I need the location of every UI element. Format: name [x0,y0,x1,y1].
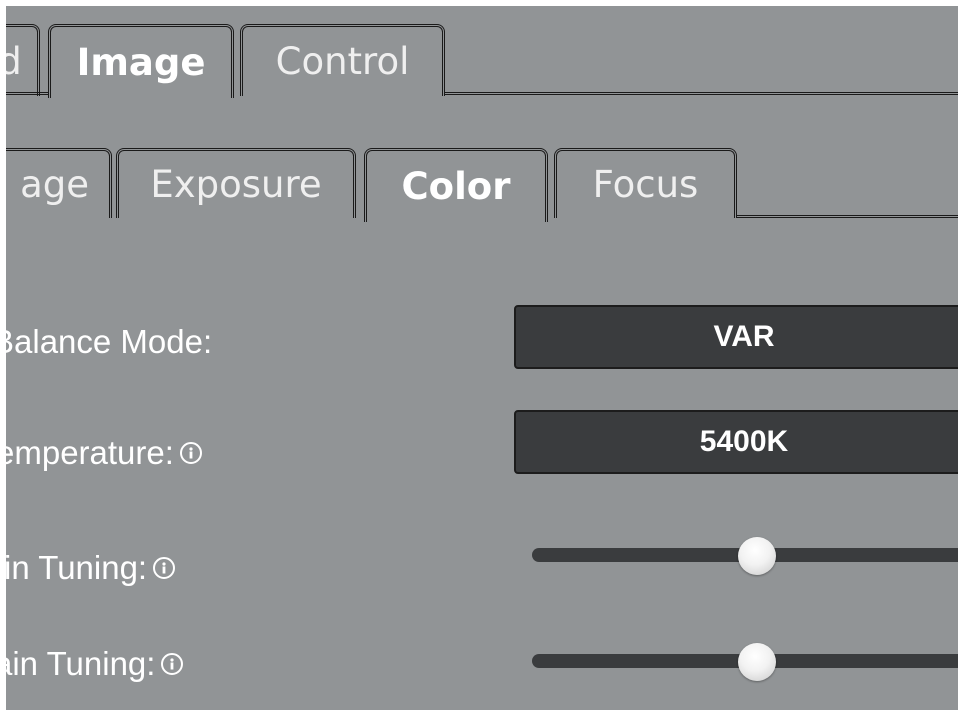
balance-mode-label-text: Balance Mode: [0,323,213,360]
left-border [0,0,6,710]
tab-color-label: Color [401,165,511,208]
tab-exposure-label: Exposure [150,163,322,206]
info-icon[interactable] [153,557,176,579]
tab-primary-baseline [0,92,48,95]
info-icon[interactable] [179,442,202,464]
tab-image[interactable]: Image [48,24,234,98]
tab-image-sub[interactable]: age [0,148,112,218]
tuning-2-label-text: ain Tuning: [0,645,156,682]
tuning-1-label: in Tuning: [4,548,176,588]
balance-mode-value: VAR [713,320,775,353]
tab-primary-partial[interactable]: d [0,24,40,96]
tab-image-label: Image [76,41,206,84]
tab-focus[interactable]: Focus [554,148,737,218]
info-icon[interactable] [161,653,184,675]
tuning-1-slider-thumb[interactable] [738,537,776,575]
tuning-2-label: ain Tuning: [0,644,184,684]
tab-exposure[interactable]: Exposure [116,148,356,218]
tab-control[interactable]: Control [240,24,445,96]
tab-control-label: Control [275,40,410,83]
temperature-select[interactable]: 5400K [514,410,958,474]
tuning-1-label-text: in Tuning: [4,549,148,586]
top-border [0,0,958,6]
tab-image-sub-label: age [20,163,89,206]
tab-color[interactable]: Color [364,148,548,222]
tab-secondary-baseline [737,215,958,218]
tab-primary-baseline-right [445,92,958,95]
tuning-2-slider-thumb[interactable] [738,643,776,681]
temperature-value: 5400K [699,425,789,458]
temperature-label-text: emperature: [0,434,174,471]
balance-mode-label: Balance Mode: [0,322,212,362]
tab-focus-label: Focus [592,163,699,206]
color-settings-panel: d Image Control age Exposure Color Focus… [0,0,958,710]
balance-mode-select[interactable]: VAR [514,305,958,369]
temperature-label: emperature: [0,433,202,473]
